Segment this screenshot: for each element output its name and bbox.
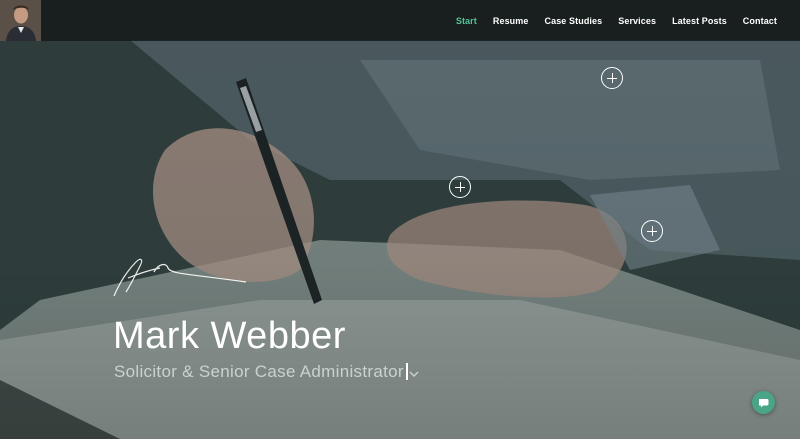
hero-subtitle-text: Solicitor & Senior Case Administrator	[114, 362, 404, 381]
top-navigation-bar: Start Resume Case Studies Services Lates…	[0, 0, 800, 41]
nav-item-case-studies[interactable]: Case Studies	[545, 16, 603, 26]
avatar[interactable]	[0, 0, 41, 41]
chat-button[interactable]	[752, 391, 775, 414]
hotspot-plus-icon[interactable]	[601, 67, 623, 89]
hotspot-plus-icon[interactable]	[449, 176, 471, 198]
hotspot-plus-icon[interactable]	[641, 220, 663, 242]
profile-photo	[0, 0, 41, 41]
nav-item-start[interactable]: Start	[456, 16, 477, 26]
chat-bubble-icon	[758, 398, 768, 407]
nav-item-latest-posts[interactable]: Latest Posts	[672, 16, 727, 26]
chevron-down-icon[interactable]	[408, 368, 420, 380]
nav-item-resume[interactable]: Resume	[493, 16, 529, 26]
nav-item-services[interactable]: Services	[618, 16, 656, 26]
hero-name: Mark Webber	[113, 315, 346, 357]
nav-item-contact[interactable]: Contact	[743, 16, 777, 26]
hero-subtitle: Solicitor & Senior Case Administrator	[114, 362, 408, 382]
main-nav: Start Resume Case Studies Services Lates…	[456, 0, 777, 41]
signature-graphic	[113, 258, 247, 297]
